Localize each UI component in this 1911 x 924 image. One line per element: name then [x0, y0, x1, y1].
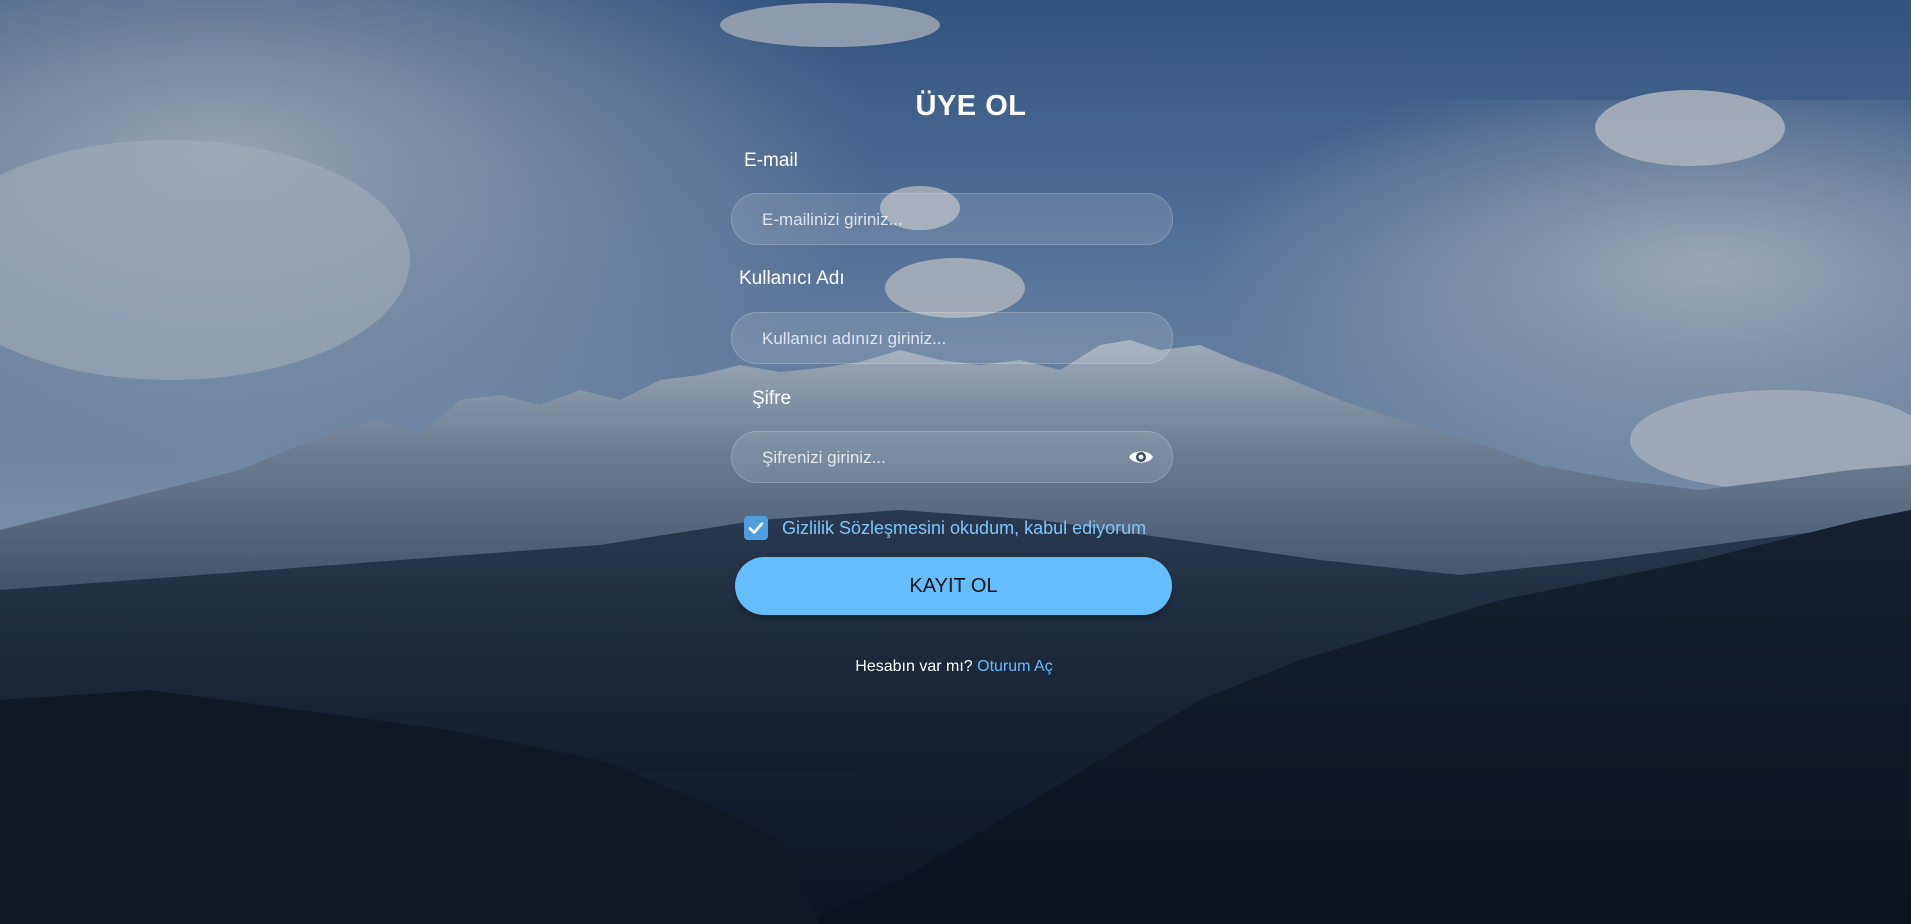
agreement-row: Gizlilik Sözleşmesini okudum, kabul ediy…: [744, 514, 1146, 542]
username-label: Kullanıcı Adı: [739, 268, 845, 289]
username-field[interactable]: [760, 313, 1124, 365]
password-field[interactable]: [760, 432, 1124, 484]
email-field-wrapper: [731, 193, 1173, 246]
signup-button[interactable]: KAYIT OL: [735, 557, 1172, 615]
password-field-wrapper: [731, 431, 1173, 484]
login-question: Hesabın var mı?: [855, 658, 973, 675]
signup-page: ÜYE OL E-mail Kullanıcı Adı Şifre Gizl: [0, 0, 1911, 924]
agreement-text: Gizlilik Sözleşmesini okudum, kabul ediy…: [782, 517, 1147, 538]
page-title: ÜYE OL: [915, 90, 1027, 122]
login-link[interactable]: Oturum Aç: [977, 658, 1053, 675]
checkmark-icon: [748, 522, 764, 534]
email-field[interactable]: [760, 194, 1124, 246]
agreement-checkbox[interactable]: [744, 516, 768, 540]
username-field-wrapper: [731, 312, 1173, 365]
login-prompt: Hesabın var mı? Oturum Aç: [728, 658, 1180, 676]
eye-icon[interactable]: [1128, 446, 1154, 468]
password-label: Şifre: [752, 388, 792, 409]
email-label: E-mail: [744, 150, 798, 171]
